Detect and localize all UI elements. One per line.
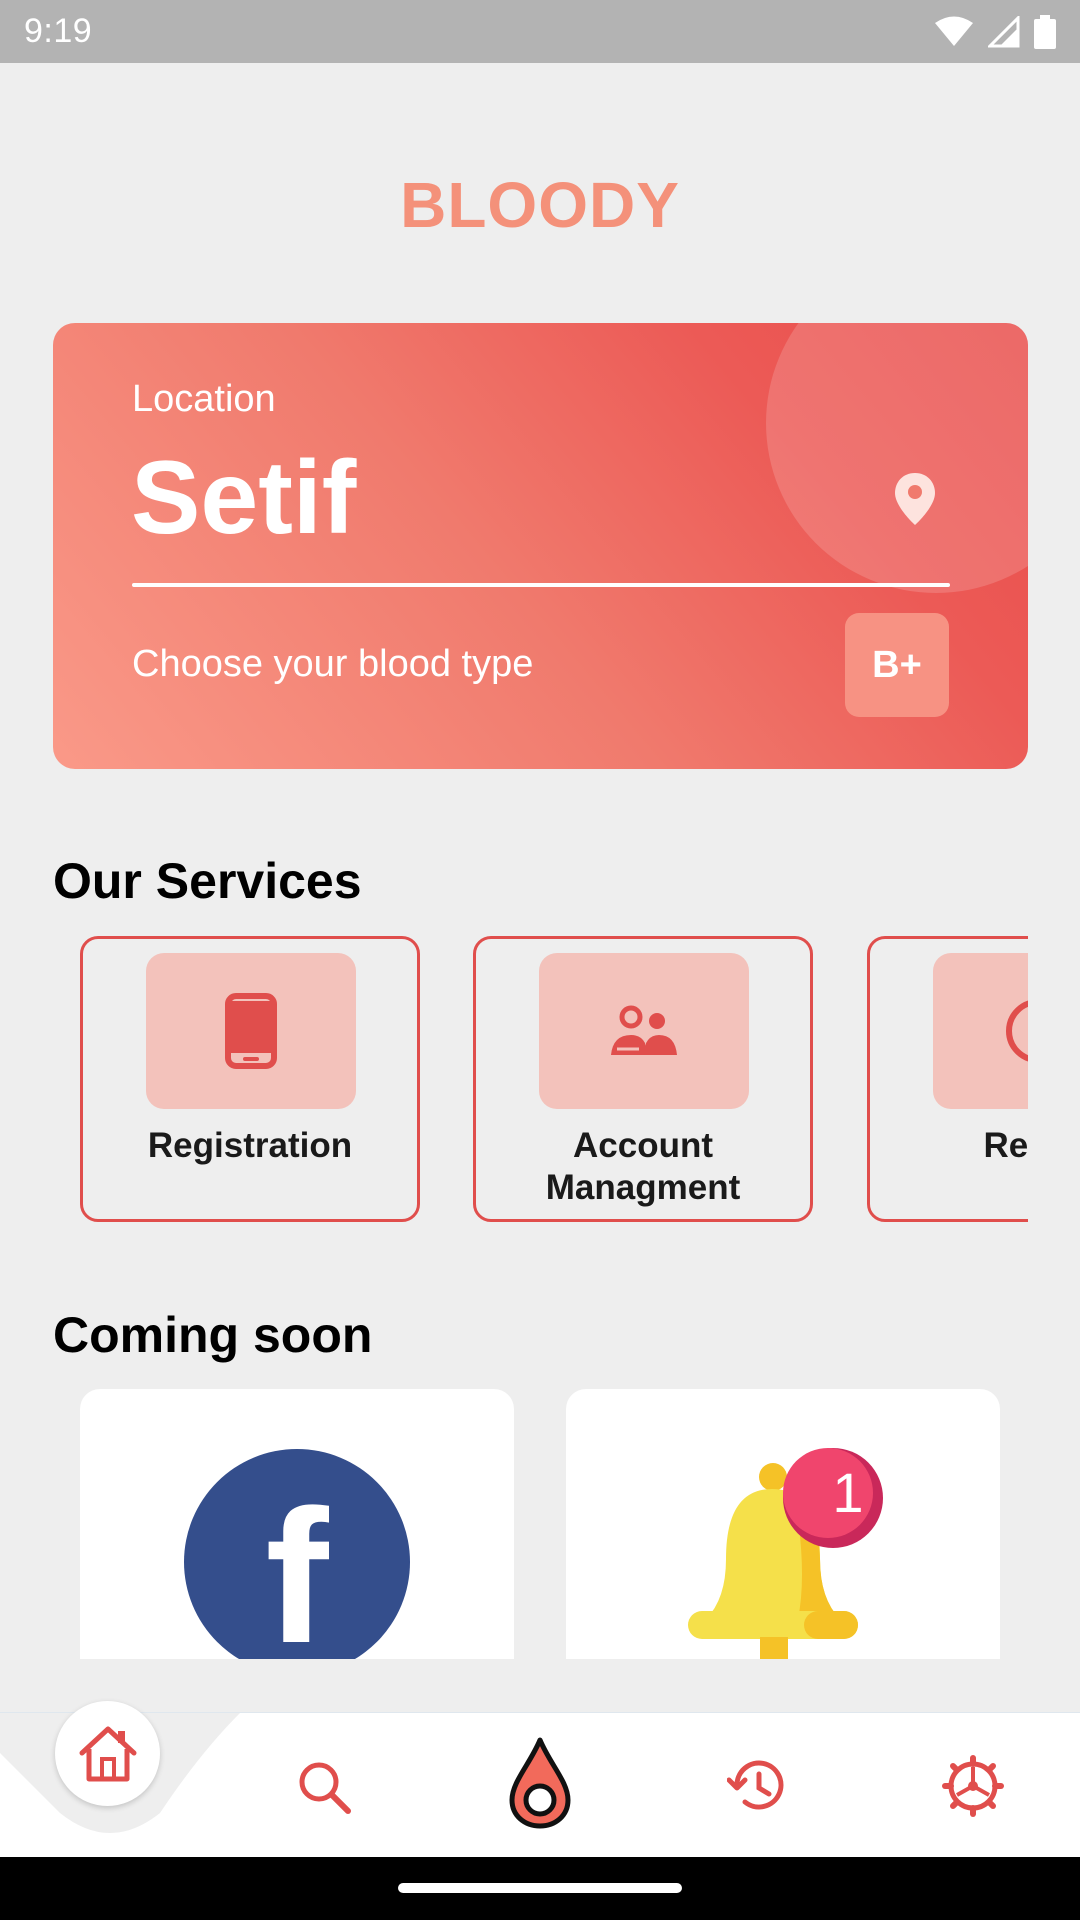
location-card[interactable]: Location Setif Choose your blood type B+	[53, 323, 1028, 769]
location-value[interactable]: Setif	[131, 439, 356, 558]
coming-soon-card-notifications[interactable]: 1	[566, 1389, 1000, 1659]
service-label: Rende	[983, 1126, 1028, 1165]
facebook-letter: f	[265, 1471, 329, 1659]
location-pin-icon[interactable]	[893, 471, 937, 527]
search-icon	[299, 1762, 351, 1814]
home-icon	[79, 1726, 136, 1781]
service-card-account-management[interactable]: Account Managment	[473, 936, 813, 1222]
blood-type-button[interactable]: B+	[845, 613, 949, 717]
history-icon	[727, 1760, 784, 1810]
coming-soon-title: Coming soon	[53, 1307, 373, 1363]
service-icon-box	[146, 953, 356, 1109]
service-card-registration[interactable]: Registration	[80, 936, 420, 1222]
wifi-icon	[935, 16, 973, 46]
app-title: BLOODY	[400, 169, 680, 241]
nav-home[interactable]	[55, 1701, 160, 1806]
nav-search[interactable]	[290, 1753, 358, 1821]
decorative-circle	[766, 323, 1028, 593]
nav-donate[interactable]	[504, 1733, 576, 1833]
battery-icon	[1034, 14, 1056, 49]
notification-badge-count: 1	[832, 1461, 864, 1524]
service-card-rendezvous[interactable]: Rende	[867, 936, 1028, 1222]
blood-type-prompt: Choose your blood type	[132, 643, 534, 685]
service-icon-box	[933, 953, 1028, 1109]
status-bar: 9:19	[0, 0, 1080, 63]
facebook-icon: f	[184, 1449, 410, 1659]
system-nav-bar	[0, 1857, 1080, 1920]
phone-icon	[225, 993, 277, 1069]
settings-icon	[942, 1755, 1004, 1817]
nav-settings[interactable]	[938, 1751, 1008, 1821]
signal-icon	[988, 15, 1020, 47]
users-icon	[611, 1005, 677, 1055]
nav-history[interactable]	[722, 1751, 792, 1821]
status-icons	[934, 14, 1056, 49]
gesture-handle[interactable]	[398, 1883, 682, 1893]
service-label: Account Managment	[545, 1126, 741, 1207]
blood-drop-icon	[509, 1737, 571, 1829]
location-divider	[132, 583, 950, 587]
status-time: 9:19	[24, 12, 93, 50]
service-icon-box	[539, 953, 749, 1109]
coming-soon-card-facebook[interactable]: f	[80, 1389, 514, 1659]
services-title: Our Services	[53, 853, 362, 909]
service-label: Registration	[147, 1126, 353, 1165]
bottom-nav	[0, 1701, 1080, 1857]
services-carousel[interactable]: Registration Account Managment Rende	[0, 934, 1028, 1224]
location-label: Location	[132, 378, 276, 420]
clock-icon	[1006, 1000, 1028, 1062]
